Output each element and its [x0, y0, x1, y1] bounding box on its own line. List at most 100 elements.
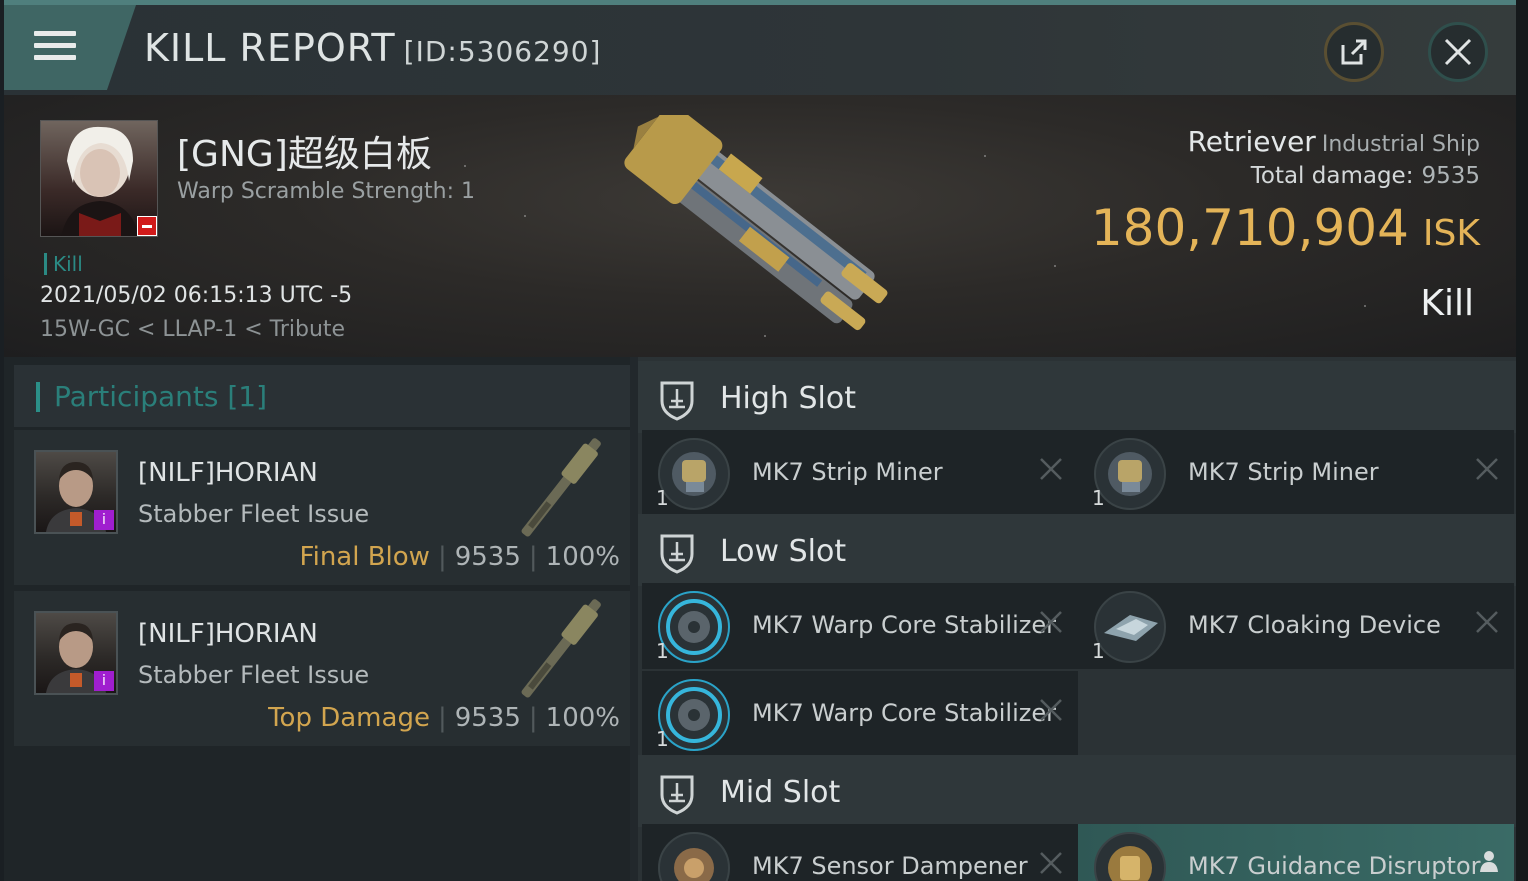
- header-accent-line: [4, 0, 1516, 5]
- low-slot-label: Low Slot: [720, 534, 847, 569]
- participant-name[interactable]: [NILF]HORIAN: [138, 619, 318, 649]
- close-button[interactable]: [1428, 22, 1488, 82]
- module-item[interactable]: 1 MK7 Warp Core Stabilizer: [642, 583, 1078, 669]
- module-quantity: 1: [656, 727, 669, 751]
- dropped-person-icon: [1480, 851, 1498, 872]
- participants-panel: Participants [1] i [NILF]HORIAN Stabber …: [4, 357, 630, 881]
- stat-divider: |: [528, 542, 538, 572]
- kill-result-label: Kill: [1420, 283, 1474, 324]
- warp-core-stabilizer-icon: [658, 591, 730, 663]
- total-damage: Total damage: 9535: [1251, 163, 1480, 189]
- high-slot-label: High Slot: [720, 381, 856, 416]
- stat-divider: |: [437, 703, 447, 733]
- strip-miner-icon: [658, 438, 730, 510]
- ship-class: Industrial Ship: [1321, 132, 1480, 157]
- isk-amount: 180,710,904: [1090, 199, 1409, 257]
- participant-ship: Stabber Fleet Issue: [138, 500, 370, 528]
- participant-percent: 100%: [545, 542, 620, 572]
- destroyed-x-icon: [1040, 458, 1062, 480]
- retriever-ship-image[interactable]: [604, 115, 924, 335]
- hamburger-menu-icon: [34, 31, 76, 65]
- destroyed-x-icon: [1040, 699, 1062, 721]
- participant-avatar[interactable]: i: [34, 611, 118, 695]
- destroyed-x-icon: [1040, 852, 1062, 874]
- participant-percent: 100%: [545, 703, 620, 733]
- fitting-slots-panel: High Slot 1 MK7 Strip Miner 1 MK7 Strip …: [638, 357, 1516, 881]
- ship-name[interactable]: Retriever: [1188, 125, 1316, 158]
- page-title: KILL REPORT [ID:5306290]: [144, 26, 601, 70]
- participant-stats: Top Damage | 9535 | 100%: [268, 703, 620, 733]
- total-damage-value: 9535: [1421, 163, 1480, 189]
- participant-avatar[interactable]: i: [34, 450, 118, 534]
- module-item[interactable]: 1 MK7 Strip Miner: [1078, 430, 1514, 516]
- shield-icon: [660, 534, 694, 574]
- sensor-dampener-icon: [658, 832, 730, 881]
- participants-header[interactable]: Participants [1]: [14, 365, 630, 427]
- module-name: MK7 Warp Core Stabilizer: [752, 611, 1056, 639]
- cloaking-device-icon: [1094, 591, 1166, 663]
- shield-icon: [660, 775, 694, 815]
- info-badge-icon: i: [94, 671, 114, 691]
- module-quantity: 1: [656, 486, 669, 510]
- victim-summary: [GNG]超级白板 Warp Scramble Strength: 1 Kill…: [4, 95, 1516, 357]
- kill-type-tag: Kill: [44, 253, 83, 275]
- victim-name[interactable]: [GNG]超级白板: [177, 125, 432, 177]
- module-item[interactable]: 1 MK7 Strip Miner: [642, 430, 1078, 516]
- stat-divider: |: [528, 703, 538, 733]
- guidance-disruptor-icon: [1094, 832, 1166, 881]
- weapon-icon: [521, 438, 601, 537]
- participant-ship: Stabber Fleet Issue: [138, 661, 370, 689]
- low-slot-header: Low Slot: [638, 514, 1516, 586]
- title-text: KILL REPORT: [144, 26, 396, 70]
- participant-stats: Final Blow | 9535 | 100%: [300, 542, 620, 572]
- warp-scramble-strength: Warp Scramble Strength: 1: [177, 179, 476, 204]
- module-name: MK7 Strip Miner: [1188, 458, 1379, 486]
- module-quantity: 1: [1092, 639, 1105, 663]
- module-item[interactable]: MK7 Guidance Disruptor: [1078, 824, 1514, 881]
- info-badge-icon: i: [94, 510, 114, 530]
- high-slot-header: High Slot: [638, 361, 1516, 433]
- module-item[interactable]: 1 MK7 Cloaking Device: [1078, 583, 1514, 669]
- module-name: MK7 Guidance Disruptor: [1188, 852, 1481, 880]
- participant-role: Final Blow: [299, 542, 430, 572]
- module-name: MK7 Sensor Dampener: [752, 852, 1028, 880]
- report-id: [ID:5306290]: [403, 35, 602, 68]
- total-damage-label: Total damage:: [1250, 163, 1414, 189]
- module-quantity: 1: [1092, 486, 1105, 510]
- participant-row[interactable]: i [NILF]HORIAN Stabber Fleet Issue Top D…: [14, 591, 630, 746]
- destroyed-x-icon: [1476, 458, 1498, 480]
- stat-divider: |: [437, 542, 447, 572]
- window-edge: [1516, 0, 1528, 881]
- participants-title: Participants [1]: [36, 382, 267, 412]
- module-quantity: 1: [656, 639, 669, 663]
- participant-role: Top Damage: [268, 703, 430, 733]
- mid-slot-label: Mid Slot: [720, 775, 841, 810]
- kill-report-window: KILL REPORT [ID:5306290] [GNG]超级白板 Warp …: [4, 0, 1516, 881]
- module-name: MK7 Strip Miner: [752, 458, 943, 486]
- warp-core-stabilizer-icon: [658, 679, 730, 751]
- mid-slot-header: Mid Slot: [638, 755, 1516, 827]
- module-item[interactable]: 1 MK7 Warp Core Stabilizer: [642, 671, 1078, 757]
- isk-unit: ISK: [1422, 213, 1480, 254]
- participant-damage: 9535: [454, 542, 521, 572]
- victim-avatar[interactable]: [40, 120, 158, 237]
- kill-datetime: 2021/05/02 06:15:13 UTC -5: [40, 283, 353, 308]
- header-bar: KILL REPORT [ID:5306290]: [4, 0, 1516, 95]
- participant-damage: 9535: [454, 703, 521, 733]
- participant-name[interactable]: [NILF]HORIAN: [138, 458, 318, 488]
- share-button[interactable]: [1324, 22, 1384, 82]
- module-name: MK7 Cloaking Device: [1188, 611, 1441, 639]
- external-share-icon: [1341, 39, 1367, 65]
- menu-button[interactable]: [4, 5, 136, 90]
- hostile-status-icon: [137, 216, 157, 236]
- destroyed-x-icon: [1476, 611, 1498, 633]
- module-name: MK7 Warp Core Stabilizer: [752, 699, 1056, 727]
- strip-miner-icon: [1094, 438, 1166, 510]
- kill-location[interactable]: 15W-GC < LLAP-1 < Tribute: [40, 317, 345, 342]
- close-icon: [1444, 38, 1472, 66]
- destroyed-x-icon: [1040, 611, 1062, 633]
- shield-icon: [660, 381, 694, 421]
- participant-row[interactable]: i [NILF]HORIAN Stabber Fleet Issue Final…: [14, 430, 630, 585]
- module-item[interactable]: MK7 Sensor Dampener: [642, 824, 1078, 881]
- ship-type: Retriever Industrial Ship: [1188, 125, 1480, 158]
